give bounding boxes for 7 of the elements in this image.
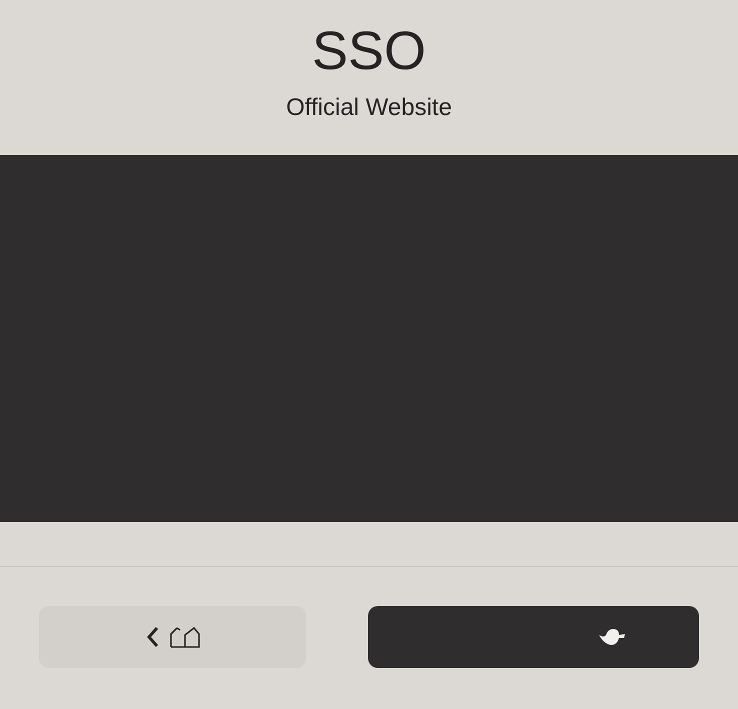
back-chevron-icon xyxy=(146,626,160,648)
site-title: SSO xyxy=(312,20,426,82)
primary-button[interactable] xyxy=(368,606,699,668)
site-subtitle: Official Website xyxy=(286,94,452,122)
back-home-button[interactable] xyxy=(39,606,306,668)
house-icon xyxy=(170,626,200,648)
bird-icon xyxy=(597,626,627,648)
